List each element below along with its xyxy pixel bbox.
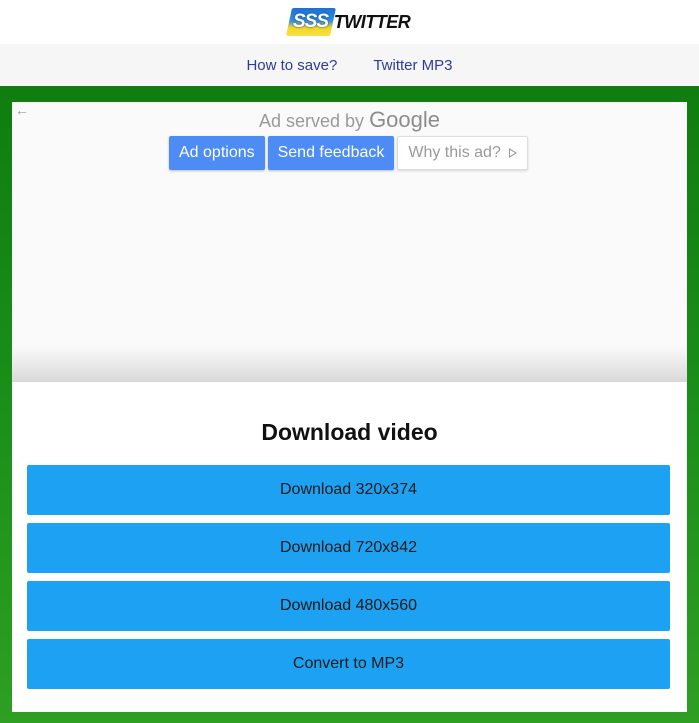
download-720x842-button[interactable]: Download 720x842 (27, 523, 670, 573)
logo-text: TWITTER (333, 11, 411, 32)
ad-served-by-text: Ad served by (258, 111, 365, 131)
site-logo[interactable]: SSS TWITTER (285, 7, 411, 37)
ad-options-button[interactable]: Ad options (169, 136, 265, 170)
ad-container: ← Ad served by Google Ad options Send fe… (12, 102, 687, 382)
why-this-ad-button[interactable]: Why this ad? (397, 136, 528, 170)
nav-link-twitter-mp3[interactable]: Twitter MP3 (373, 57, 452, 74)
logo-badge-text: SSS (293, 11, 329, 32)
download-title: Download video (261, 419, 438, 445)
send-feedback-button[interactable]: Send feedback (267, 136, 395, 170)
convert-to-mp3-button[interactable]: Convert to MP3 (27, 639, 670, 689)
download-320x374-button[interactable]: Download 320x374 (27, 465, 670, 515)
why-this-ad-label: Why this ad? (408, 144, 501, 161)
download-480x560-button[interactable]: Download 480x560 (27, 581, 670, 631)
logo-badge: SSS (285, 8, 336, 36)
nav-link-how-to-save[interactable]: How to save? (246, 57, 337, 74)
top-nav: How to save? Twitter MP3 (0, 44, 699, 86)
download-panel: Download video Download 320x374 Download… (12, 382, 687, 712)
ad-bottom-shade (12, 346, 687, 382)
google-wordmark: Google (369, 107, 441, 132)
adchoices-play-icon (508, 148, 517, 158)
ad-button-row: Ad options Send feedback Why this ad? (169, 136, 528, 170)
site-header: SSS TWITTER (0, 0, 699, 44)
ad-served-by: Ad served by Google (12, 107, 687, 133)
